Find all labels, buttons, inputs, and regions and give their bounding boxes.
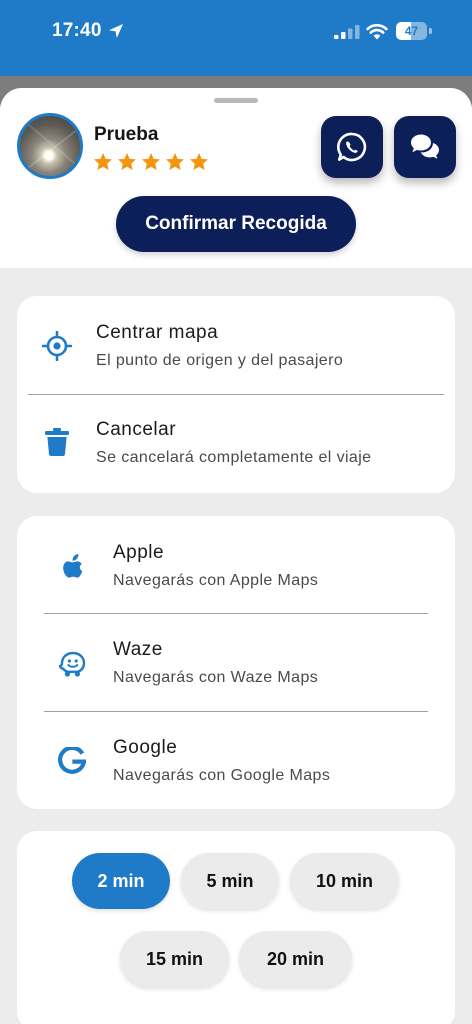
whatsapp-button[interactable] xyxy=(321,116,383,178)
nav-option-google[interactable]: Google Navegarás con Google Maps xyxy=(17,712,455,809)
actions-card: Centrar mapa El punto de origen y del pa… xyxy=(17,296,455,493)
google-icon xyxy=(58,747,86,774)
cancel-title: Cancelar xyxy=(96,419,177,440)
google-subtitle: Navegarás con Google Maps xyxy=(113,767,331,784)
battery-icon: 47 xyxy=(396,22,432,40)
time-chip-5[interactable]: 5 min xyxy=(181,853,279,909)
cancel-subtitle: Se cancelará completamente el viaje xyxy=(96,449,372,466)
time-chip-15[interactable]: 15 min xyxy=(120,931,229,987)
location-arrow-icon xyxy=(109,24,123,38)
trip-bottom-sheet: Prueba Confirmar Recogida Centrar mapa E… xyxy=(0,88,472,1024)
cellular-signal-icon xyxy=(334,25,360,39)
star-icon xyxy=(166,153,184,170)
wait-time-card: 2 min 5 min 10 min 15 min 20 min xyxy=(17,831,455,1024)
cancel-trip-row[interactable]: Cancelar Se cancelará completamente el v… xyxy=(17,395,455,493)
driver-header: Prueba Confirmar Recogida xyxy=(0,88,472,268)
apple-icon xyxy=(63,554,83,578)
trash-icon xyxy=(45,428,69,456)
center-map-title: Centrar mapa xyxy=(96,322,219,343)
center-map-row[interactable]: Centrar mapa El punto de origen y del pa… xyxy=(17,296,455,394)
star-icon xyxy=(142,153,160,170)
wifi-icon xyxy=(366,24,388,40)
waze-subtitle: Navegarás con Waze Maps xyxy=(113,669,319,686)
confirm-pickup-button[interactable]: Confirmar Recogida xyxy=(116,196,356,252)
time-chip-20[interactable]: 20 min xyxy=(239,931,352,987)
waze-title: Waze xyxy=(113,639,163,660)
chat-button[interactable] xyxy=(394,116,456,178)
google-title: Google xyxy=(113,737,178,758)
passenger-name: Prueba xyxy=(94,124,159,145)
navigation-card: Apple Navegarás con Apple Maps Waze Nave… xyxy=(17,516,455,809)
star-icon xyxy=(94,153,112,170)
drag-handle[interactable] xyxy=(214,98,258,103)
rating-stars xyxy=(93,152,209,172)
time-chip-2[interactable]: 2 min xyxy=(72,853,170,909)
crosshair-icon xyxy=(42,331,72,361)
battery-level: 47 xyxy=(404,24,419,38)
waze-icon xyxy=(58,651,86,677)
time-chip-10[interactable]: 10 min xyxy=(290,853,399,909)
passenger-avatar xyxy=(17,113,83,179)
status-time: 17:40 xyxy=(52,20,102,41)
nav-option-apple[interactable]: Apple Navegarás con Apple Maps xyxy=(17,516,455,613)
center-map-subtitle: El punto de origen y del pasajero xyxy=(96,352,344,369)
chat-bubbles-icon xyxy=(411,134,439,159)
nav-option-waze[interactable]: Waze Navegarás con Waze Maps xyxy=(17,614,455,711)
whatsapp-icon xyxy=(337,132,367,162)
star-icon xyxy=(190,153,208,170)
star-icon xyxy=(118,153,136,170)
apple-title: Apple xyxy=(113,542,165,563)
apple-subtitle: Navegarás con Apple Maps xyxy=(113,572,319,589)
status-bar: 17:40 47 xyxy=(0,0,472,76)
